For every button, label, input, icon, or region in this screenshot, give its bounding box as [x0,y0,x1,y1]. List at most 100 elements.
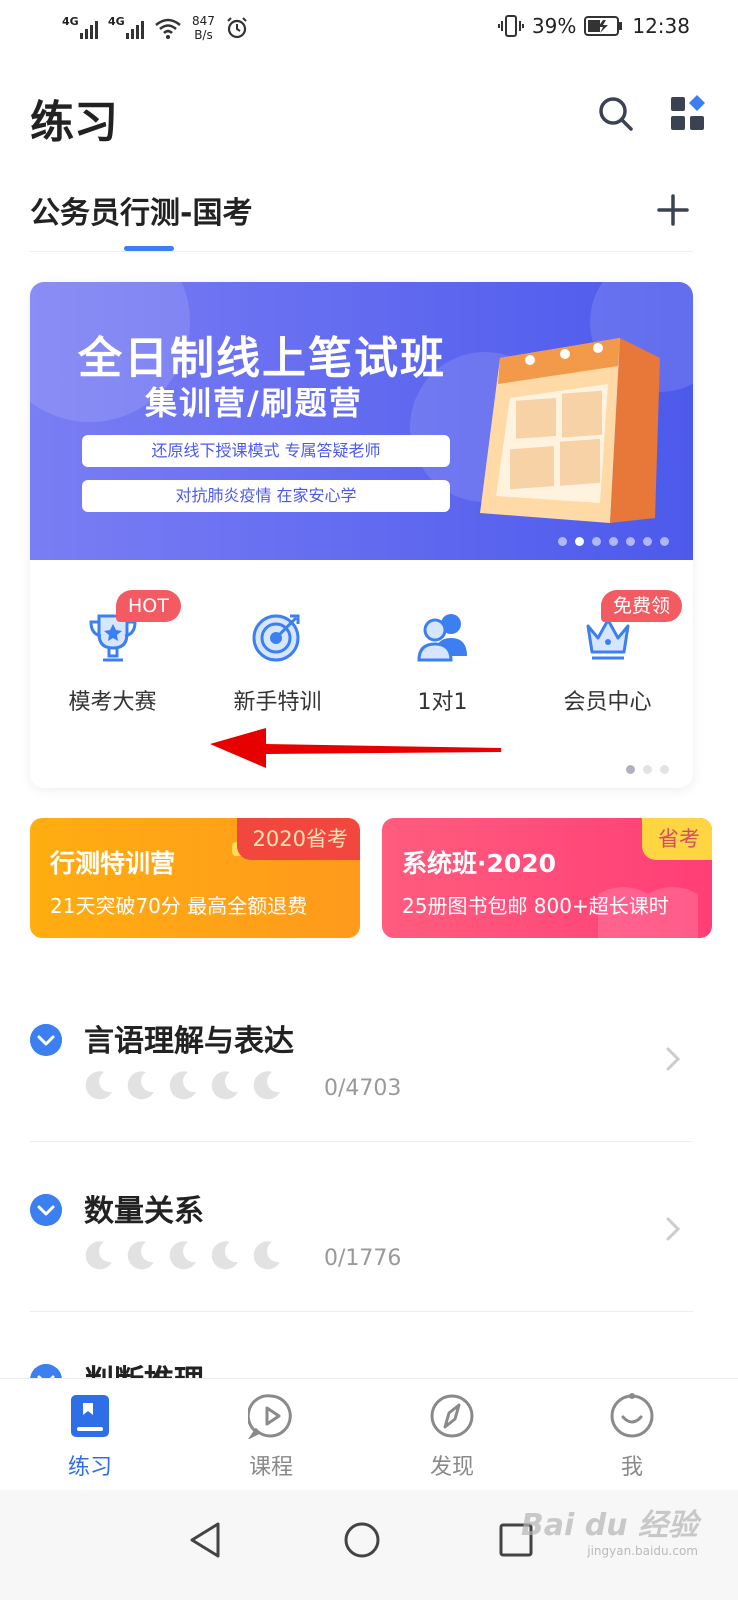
banner-subtitle: 集训营/刷题营 [145,384,363,422]
network-type-2: 4G [108,15,125,28]
banner-title: 全日制线上笔试班 [78,333,446,384]
smile-icon [610,1393,654,1438]
tab-active-exam[interactable]: 公务员行测-国考 [30,188,252,232]
watermark-sub: jingyan.baidu.com [587,1544,698,1558]
promo-title: 行测特训营 [50,849,176,878]
home-icon[interactable] [334,1512,390,1568]
battery-percent: 39% [531,14,577,38]
quick-entry-label: 会员中心 [563,690,652,715]
book-icon [71,1395,109,1437]
bottom-nav: 练习 课程 发现 我 [0,1378,738,1490]
network-type-1: 4G [62,15,79,28]
back-icon[interactable] [178,1512,234,1568]
status-left: 4G 4G 847 B/s [62,14,249,42]
practice-title: 数量关系 [84,1194,204,1229]
clock: 12:38 [632,14,690,38]
quick-entry-mock-exam[interactable]: HOT 模考大赛 [30,590,195,732]
moon-progress-icon [253,1241,280,1270]
quick-entry-member-center[interactable]: 免费领 会员中心 [525,590,690,732]
battery-icon [584,16,623,36]
banner-pill-2: 对抗肺炎疫情 在家安心学 [82,480,450,512]
alarm-icon [227,17,247,39]
banner-pagination-dot [592,537,601,546]
moon-progress-icon [85,1241,112,1270]
moon-progress-icon [127,1241,154,1270]
promo-tag: 2020省考 [236,818,360,860]
practice-title: 言语理解与表达 [84,1024,294,1059]
progress-moons [82,1068,284,1102]
main-card: 全日制线上笔试班 集训营/刷题营 还原线下授课模式 专属答疑老师 对抗肺炎疫情 … [30,282,693,788]
promo-card-training-camp[interactable]: 行测特训营 21天突破70分 最高全额退费 2020省考 [30,818,360,938]
tutor-icon [416,614,467,662]
banner-pagination-dot [609,537,618,546]
nav-label: 练习 [67,1455,112,1480]
banner-pagination [558,537,669,546]
watermark: Bai du 经验 jingyan.baidu.com [521,1500,698,1558]
promo-tag: 省考 [642,818,712,860]
practice-item-verbal[interactable]: 言语理解与表达 0/4703 [30,972,693,1142]
free-badge: 免费领 [601,590,683,622]
banner-pagination-dot [660,537,669,546]
vibrate-icon [497,15,524,37]
hot-badge: HOT [116,590,181,622]
nav-label: 发现 [429,1455,474,1480]
status-bar: 4G 4G 847 B/s 39% 12:38 [0,0,738,60]
wifi-icon [155,18,181,39]
header: 练习 [30,88,708,158]
pagination-dot [643,765,652,774]
quick-entry-one-on-one[interactable]: 1对1 [360,592,525,732]
banner-pagination-dot [626,537,635,546]
expand-chevron-icon[interactable] [30,1194,62,1226]
search-icon[interactable] [596,94,636,134]
quick-entry-beginner-training[interactable]: 新手特训 [195,592,360,732]
promo-subtitle: 21天突破70分 最高全额退费 [50,894,308,918]
system-navigation-bar: Bai du 经验 jingyan.baidu.com [0,1490,738,1600]
apps-grid-icon[interactable] [668,94,708,134]
banner-pill-1: 还原线下授课模式 专属答疑老师 [82,435,450,467]
pagination-dot [626,765,635,774]
signal-icon: 4G [62,15,98,41]
progress-moons [82,1238,284,1272]
nav-me[interactable]: 我 [572,1393,692,1489]
practice-item-quantity[interactable]: 数量关系 0/1776 [30,1142,693,1312]
net-speed-unit: B/s [194,28,213,42]
moon-progress-icon [127,1071,154,1100]
status-right: 39% 12:38 [497,14,690,38]
quick-entry-label: 模考大赛 [68,690,157,715]
moon-progress-icon [253,1071,280,1100]
moon-progress-icon [169,1241,196,1270]
moon-progress-icon [211,1241,238,1270]
practice-count: 0/1776 [324,1246,402,1271]
nav-practice[interactable]: 练习 [30,1393,150,1489]
promo-title: 系统班·2020 [402,849,557,878]
moon-progress-icon [85,1071,112,1100]
tab-underline [124,246,174,251]
swipe-left-arrow-annotation [210,728,501,768]
promo-banner[interactable]: 全日制线上笔试班 集训营/刷题营 还原线下授课模式 专属答疑老师 对抗肺炎疫情 … [30,282,693,560]
chevron-right-icon[interactable] [663,1046,683,1072]
banner-pagination-dot [643,537,652,546]
banner-pagination-dot [558,537,567,546]
practice-count: 0/4703 [324,1076,402,1101]
expand-chevron-icon[interactable] [30,1024,62,1056]
quick-entry-grid: HOT 模考大赛 新手特训 1对1 免费领 会员中心 [30,590,693,732]
pagination-dot [660,765,669,774]
exam-tabbar: 公务员行测-国考 [30,180,693,252]
plus-icon[interactable] [653,190,693,230]
quick-entry-label: 新手特训 [233,690,322,715]
nav-label: 课程 [248,1455,293,1480]
nav-discover[interactable]: 发现 [392,1393,512,1489]
promo-card-system-class[interactable]: 系统班·2020 25册图书包邮 800+超长课时 省考 [382,818,712,938]
net-speed: 847 B/s [192,14,215,42]
net-speed-value: 847 [192,14,215,28]
quick-entry-label: 1对1 [417,690,468,715]
target-icon [252,614,299,662]
chevron-right-icon[interactable] [663,1216,683,1242]
promo-subtitle: 25册图书包邮 800+超长课时 [402,894,669,918]
moon-progress-icon [211,1071,238,1100]
quick-grid-pagination [626,765,669,774]
calendar-illustration [480,338,660,523]
banner-pagination-dot [575,537,584,546]
play-bubble-icon [248,1394,292,1439]
nav-courses[interactable]: 课程 [211,1393,331,1489]
